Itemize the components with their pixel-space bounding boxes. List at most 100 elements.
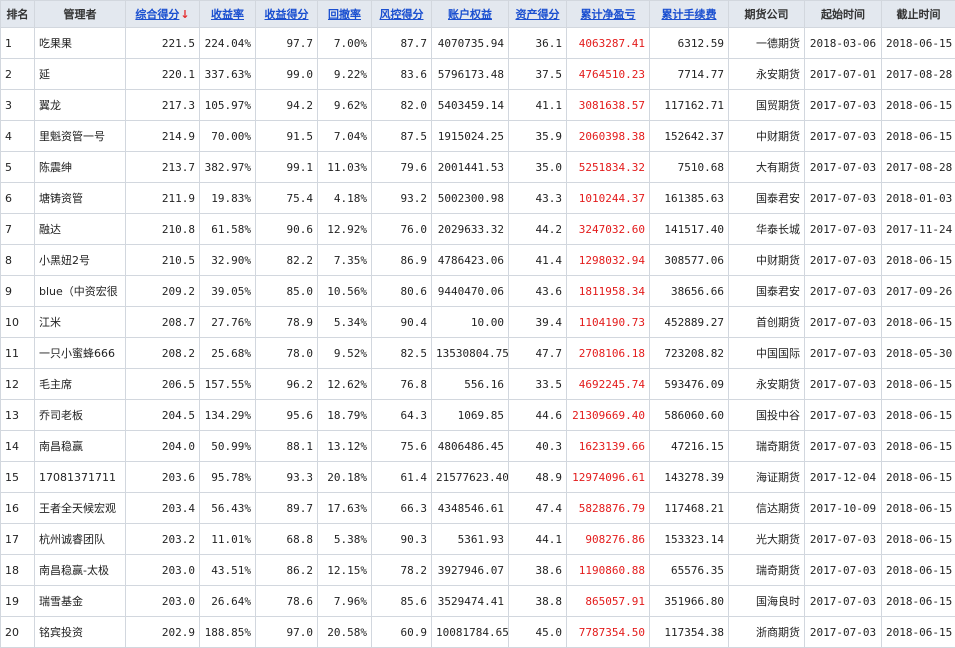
cell-rank: 10 — [1, 307, 35, 338]
header-start: 起始时间 — [805, 1, 882, 28]
cell-company: 光大期货 — [729, 524, 805, 555]
cell-risk-score: 83.6 — [372, 59, 432, 90]
cell-start-date: 2017-07-01 — [805, 59, 882, 90]
header-drawdown[interactable]: 回撤率 — [318, 1, 372, 28]
header-asset-score[interactable]: 资产得分 — [509, 1, 567, 28]
cell-company: 瑞奇期货 — [729, 555, 805, 586]
cell-return-score: 97.0 — [256, 617, 318, 648]
cell-start-date: 2017-07-03 — [805, 369, 882, 400]
cell-return-score: 68.8 — [256, 524, 318, 555]
cell-drawdown: 12.92% — [318, 214, 372, 245]
cell-return-rate: 43.51% — [200, 555, 256, 586]
cell-drawdown: 18.79% — [318, 400, 372, 431]
cell-fees: 308577.06 — [650, 245, 729, 276]
cell-total-score: 210.8 — [126, 214, 200, 245]
cell-fees: 351966.80 — [650, 586, 729, 617]
header-fees[interactable]: 累计手续费 — [650, 1, 729, 28]
cell-drawdown: 11.03% — [318, 152, 372, 183]
cell-company: 海证期货 — [729, 462, 805, 493]
cell-risk-score: 76.0 — [372, 214, 432, 245]
header-risk-score[interactable]: 风控得分 — [372, 1, 432, 28]
header-net-profit[interactable]: 累计净盈亏 — [567, 1, 650, 28]
cell-end-date: 2018-06-15 — [882, 493, 955, 524]
cell-manager: 延 — [35, 59, 126, 90]
cell-return-rate: 188.85% — [200, 617, 256, 648]
cell-drawdown: 4.18% — [318, 183, 372, 214]
cell-total-score: 203.0 — [126, 555, 200, 586]
cell-return-score: 99.0 — [256, 59, 318, 90]
cell-end-date: 2018-06-15 — [882, 307, 955, 338]
table-row: 10江米208.727.76%78.95.34%90.410.0039.4110… — [1, 307, 955, 338]
cell-rank: 4 — [1, 121, 35, 152]
cell-fees: 153323.14 — [650, 524, 729, 555]
cell-end-date: 2018-06-15 — [882, 555, 955, 586]
cell-manager: 毛主席 — [35, 369, 126, 400]
cell-equity: 3927946.07 — [432, 555, 509, 586]
cell-end-date: 2017-08-28 — [882, 59, 955, 90]
cell-start-date: 2017-07-03 — [805, 307, 882, 338]
cell-equity: 2001441.53 — [432, 152, 509, 183]
cell-return-score: 85.0 — [256, 276, 318, 307]
cell-return-rate: 50.99% — [200, 431, 256, 462]
cell-drawdown: 10.56% — [318, 276, 372, 307]
ranking-table: 排名 管理者 综合得分↓ 收益率 收益得分 回撤率 风控得分 账户权益 资产得分… — [0, 0, 955, 648]
cell-rank: 3 — [1, 90, 35, 121]
cell-equity: 5403459.14 — [432, 90, 509, 121]
header-rank: 排名 — [1, 1, 35, 28]
cell-asset-score: 35.9 — [509, 121, 567, 152]
cell-total-score: 217.3 — [126, 90, 200, 121]
cell-rank: 5 — [1, 152, 35, 183]
cell-equity: 5796173.48 — [432, 59, 509, 90]
header-return-score[interactable]: 收益得分 — [256, 1, 318, 28]
cell-manager: 铭宾投资 — [35, 617, 126, 648]
cell-return-rate: 382.97% — [200, 152, 256, 183]
cell-fees: 452889.27 — [650, 307, 729, 338]
cell-company: 永安期货 — [729, 369, 805, 400]
cell-total-score: 203.0 — [126, 586, 200, 617]
cell-risk-score: 79.6 — [372, 152, 432, 183]
cell-equity: 10.00 — [432, 307, 509, 338]
header-equity[interactable]: 账户权益 — [432, 1, 509, 28]
cell-return-rate: 157.55% — [200, 369, 256, 400]
cell-manager: 吃果果 — [35, 28, 126, 59]
table-row: 17杭州诚睿团队203.211.01%68.85.38%90.35361.934… — [1, 524, 955, 555]
cell-return-rate: 95.78% — [200, 462, 256, 493]
cell-drawdown: 5.34% — [318, 307, 372, 338]
table-row: 14南昌稳赢204.050.99%88.113.12%75.64806486.4… — [1, 431, 955, 462]
cell-end-date: 2018-01-03 — [882, 183, 955, 214]
header-total-score-label: 综合得分 — [135, 8, 179, 21]
header-return-rate[interactable]: 收益率 — [200, 1, 256, 28]
cell-company: 国投中谷 — [729, 400, 805, 431]
table-row: 13乔司老板204.5134.29%95.618.79%64.31069.854… — [1, 400, 955, 431]
cell-net-profit: 1104190.73 — [567, 307, 650, 338]
cell-asset-score: 44.6 — [509, 400, 567, 431]
cell-fees: 586060.60 — [650, 400, 729, 431]
cell-total-score: 204.5 — [126, 400, 200, 431]
cell-asset-score: 41.1 — [509, 90, 567, 121]
cell-company: 国泰君安 — [729, 276, 805, 307]
cell-company: 中财期货 — [729, 245, 805, 276]
cell-equity: 1915024.25 — [432, 121, 509, 152]
cell-return-rate: 25.68% — [200, 338, 256, 369]
cell-start-date: 2018-03-06 — [805, 28, 882, 59]
cell-risk-score: 87.7 — [372, 28, 432, 59]
cell-manager: 南昌稳赢-太极 — [35, 555, 126, 586]
cell-equity: 10081784.65 — [432, 617, 509, 648]
cell-return-rate: 32.90% — [200, 245, 256, 276]
cell-risk-score: 82.5 — [372, 338, 432, 369]
table-row: 16王者全天候宏观203.456.43%89.717.63%66.3434854… — [1, 493, 955, 524]
cell-company: 瑞奇期货 — [729, 431, 805, 462]
cell-equity: 4786423.06 — [432, 245, 509, 276]
cell-equity: 4348546.61 — [432, 493, 509, 524]
cell-net-profit: 3081638.57 — [567, 90, 650, 121]
table-row: 9blue（中资宏很209.239.05%85.010.56%80.694404… — [1, 276, 955, 307]
cell-return-score: 96.2 — [256, 369, 318, 400]
cell-return-score: 78.0 — [256, 338, 318, 369]
cell-end-date: 2018-06-15 — [882, 524, 955, 555]
cell-risk-score: 60.9 — [372, 617, 432, 648]
header-manager: 管理者 — [35, 1, 126, 28]
header-total-score[interactable]: 综合得分↓ — [126, 1, 200, 28]
cell-drawdown: 7.04% — [318, 121, 372, 152]
cell-rank: 11 — [1, 338, 35, 369]
cell-total-score: 209.2 — [126, 276, 200, 307]
